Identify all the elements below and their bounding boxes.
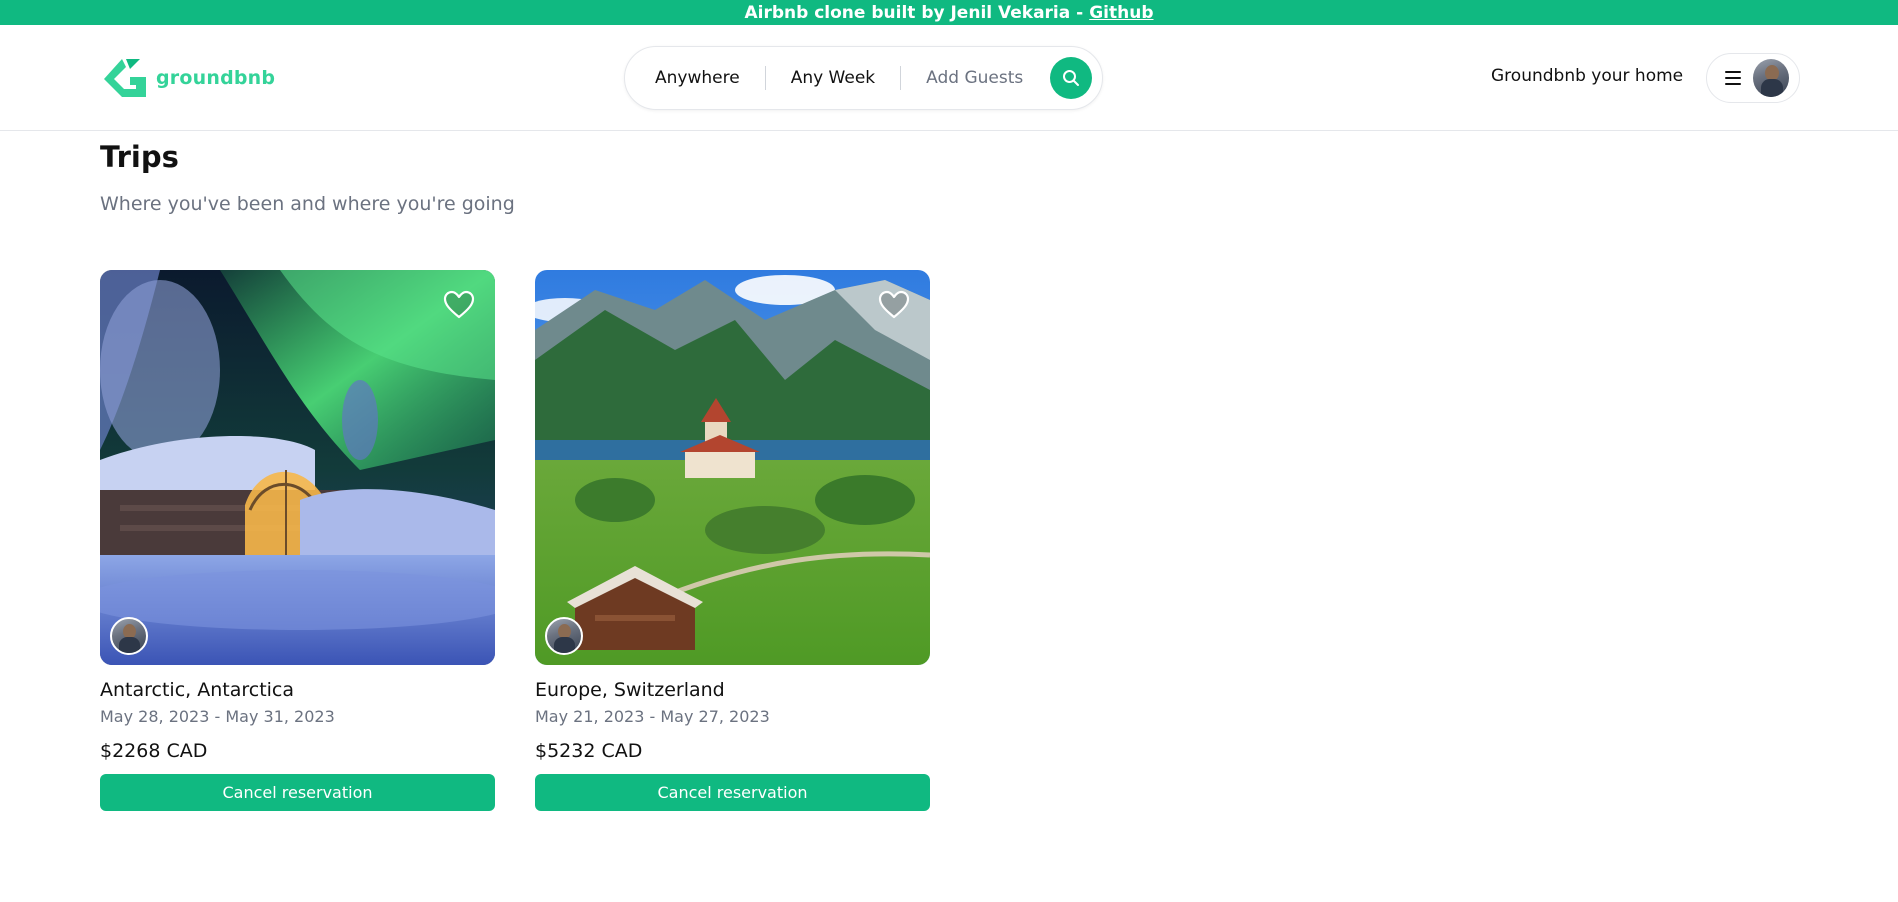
page-title: Trips — [100, 140, 179, 174]
cancel-reservation-button[interactable]: Cancel reservation — [100, 774, 495, 811]
search-anywhere[interactable]: Anywhere — [625, 68, 765, 88]
logo[interactable]: groundbnb — [100, 55, 275, 101]
heart-icon[interactable] — [443, 290, 475, 320]
listing-image[interactable] — [100, 270, 495, 665]
trip-location: Europe, Switzerland — [535, 679, 725, 701]
site-header: groundbnb Anywhere Any Week Add Guests G… — [0, 25, 1898, 131]
search-icon — [1063, 70, 1079, 86]
trip-location: Antarctic, Antarctica — [100, 679, 295, 701]
github-link[interactable]: Github — [1089, 3, 1153, 23]
host-avatar — [110, 617, 148, 655]
trip-dates: May 28, 2023 - May 31, 2023 — [100, 707, 335, 726]
heart-icon[interactable] — [878, 290, 910, 320]
host-avatar — [545, 617, 583, 655]
banner-text: Airbnb clone built by Jenil Vekaria - — [744, 2, 1084, 23]
top-banner: Airbnb clone built by Jenil Vekaria - Gi… — [0, 0, 1898, 25]
search-any-week[interactable]: Any Week — [766, 68, 900, 88]
trip-dates: May 21, 2023 - May 27, 2023 — [535, 707, 770, 726]
avatar — [1753, 59, 1789, 97]
search-button[interactable] — [1050, 57, 1092, 99]
trip-card[interactable]: Europe, Switzerland May 21, 2023 - May 2… — [535, 270, 930, 811]
host-your-home-link[interactable]: Groundbnb your home — [1491, 66, 1683, 86]
trip-price: $2268 CAD — [100, 740, 208, 762]
search-bar[interactable]: Anywhere Any Week Add Guests — [624, 46, 1103, 110]
trip-card[interactable]: Antarctic, Antarctica May 28, 2023 - May… — [100, 270, 495, 811]
cancel-reservation-button[interactable]: Cancel reservation — [535, 774, 930, 811]
hamburger-menu-icon — [1725, 71, 1742, 85]
aurora-cabin-photo — [100, 270, 495, 665]
logo-text: groundbnb — [156, 67, 276, 89]
swiss-lake-village-photo — [535, 270, 930, 665]
trip-price: $5232 CAD — [535, 740, 643, 762]
page-subtitle: Where you've been and where you're going — [100, 193, 515, 215]
listing-image[interactable] — [535, 270, 930, 665]
groundbnb-logo-icon — [104, 59, 146, 97]
search-add-guests[interactable]: Add Guests — [901, 68, 1037, 88]
user-menu-button[interactable] — [1706, 53, 1800, 103]
